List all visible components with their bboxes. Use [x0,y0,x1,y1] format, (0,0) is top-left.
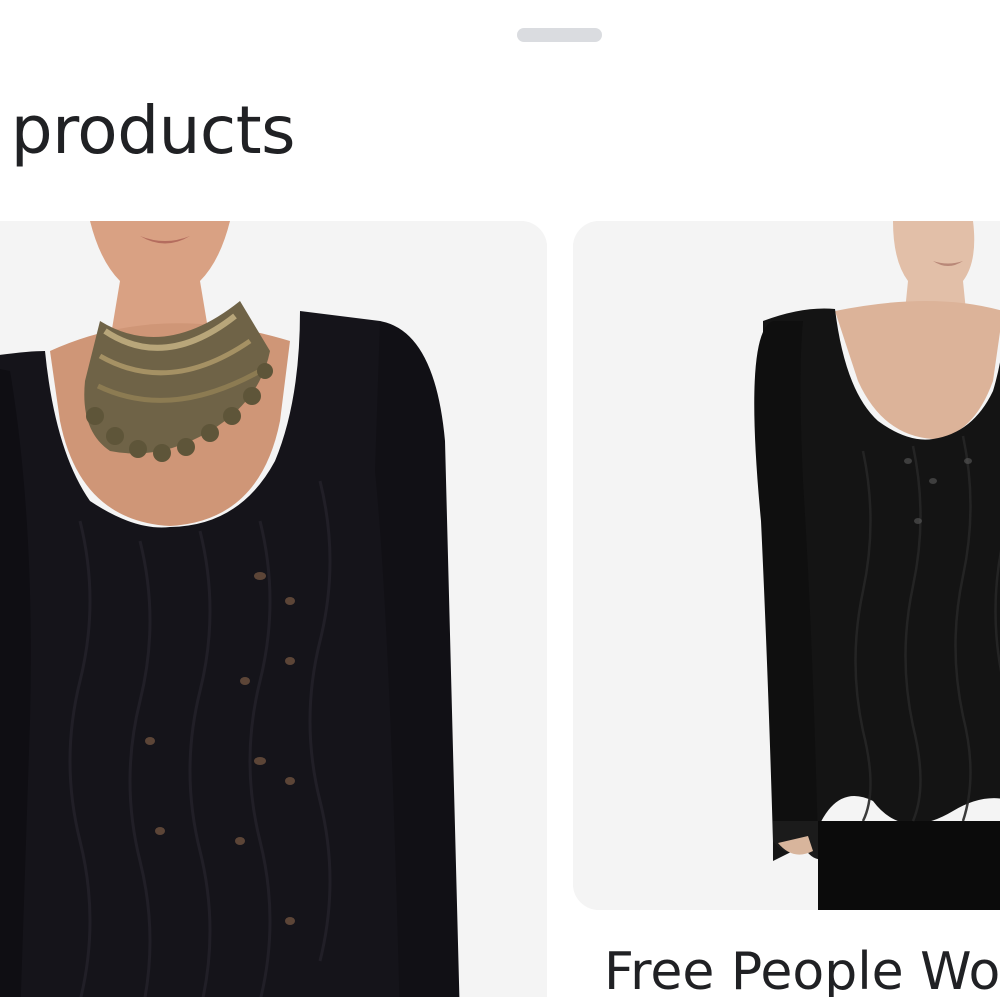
bottom-sheet: ilar products [0,0,1000,997]
product-card-2[interactable] [573,221,1000,910]
product-card-1[interactable] [0,221,547,997]
section-title: ilar products [0,92,295,169]
product-image-2 [573,221,1000,910]
product-image-1 [0,221,547,997]
drag-handle[interactable] [517,28,602,42]
product-title-2[interactable]: Free People Wo [604,942,1000,997]
